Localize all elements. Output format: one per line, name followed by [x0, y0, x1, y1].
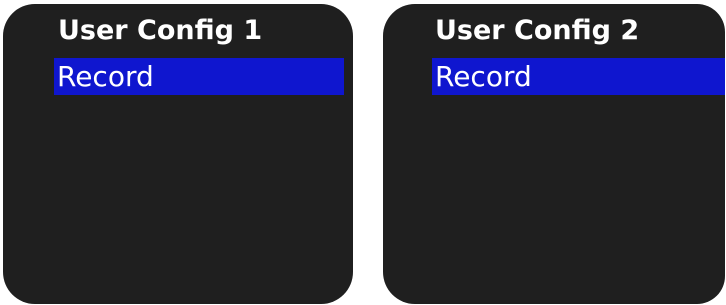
user-config-1-screen: User Config 1 Record — [3, 4, 353, 304]
menu-item-record[interactable]: Record — [54, 58, 344, 95]
menu-item-record[interactable]: Record — [432, 58, 725, 95]
screen-title: User Config 2 — [435, 15, 640, 46]
screen-title: User Config 1 — [58, 15, 263, 46]
user-config-2-screen: User Config 2 Record — [383, 4, 725, 304]
